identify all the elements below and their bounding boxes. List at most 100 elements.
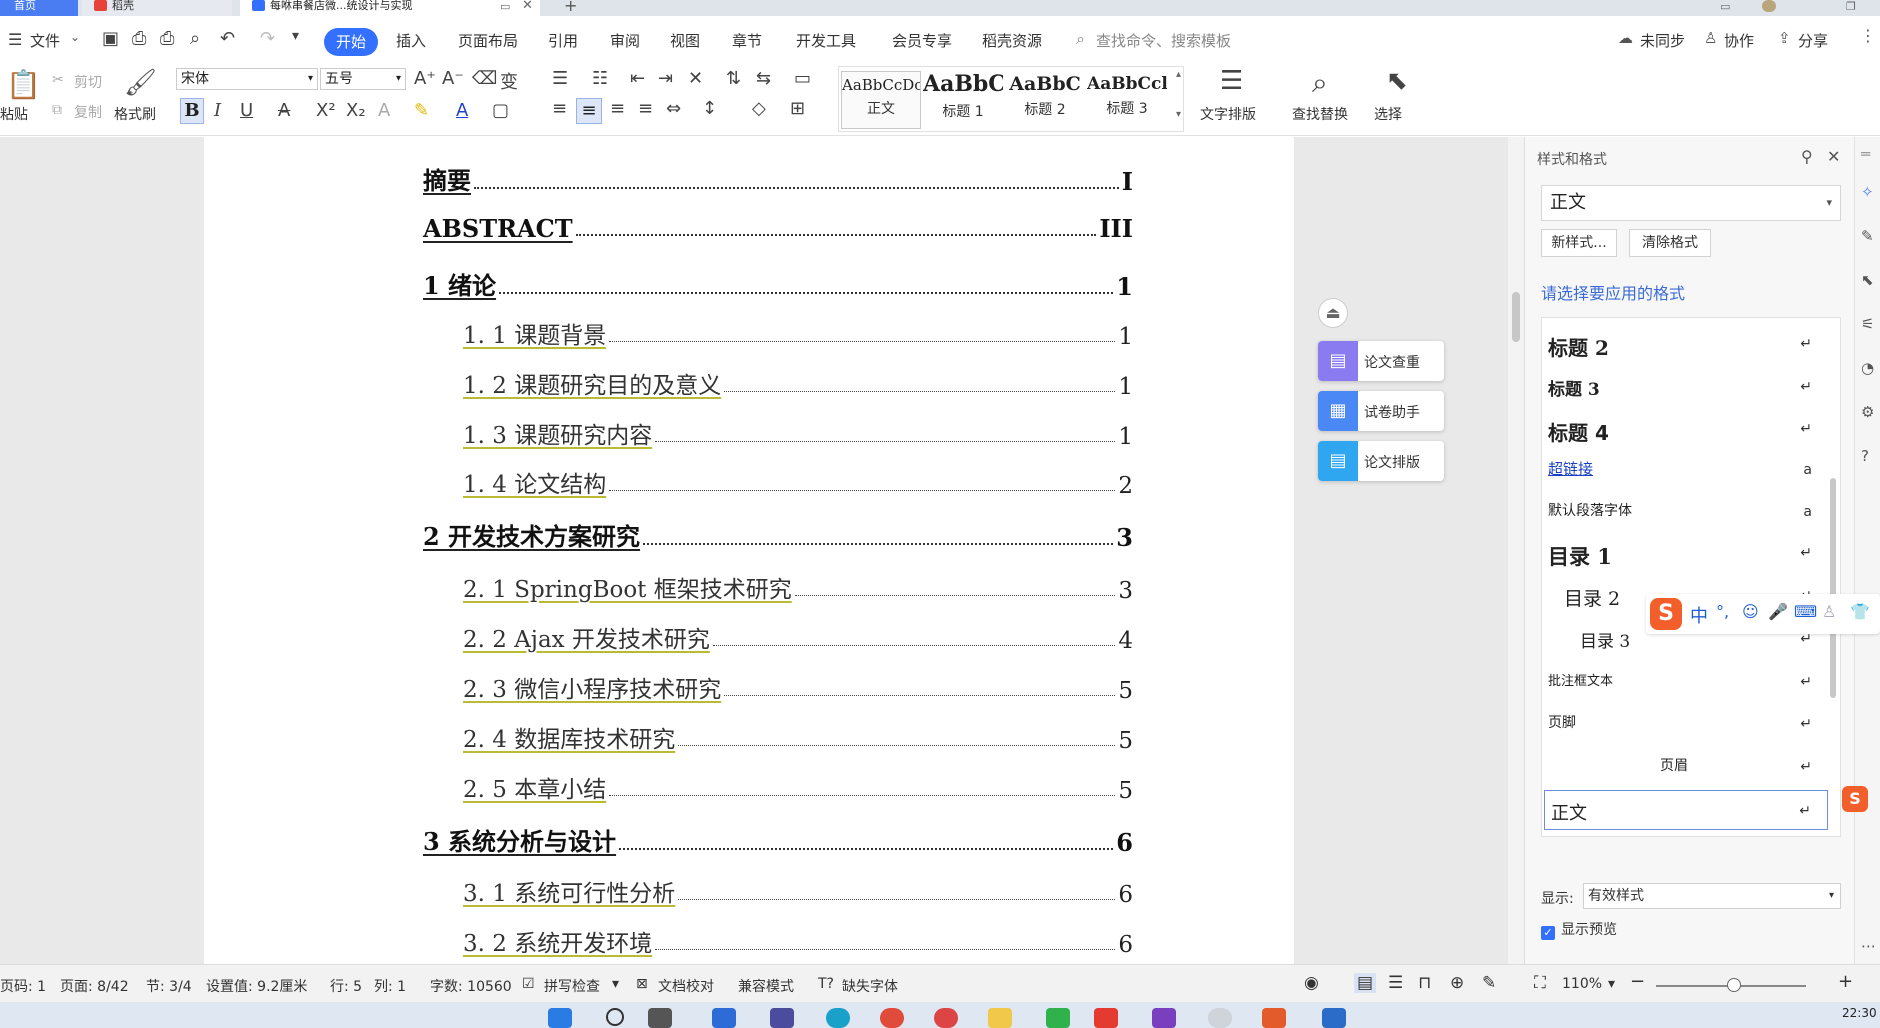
- task-view-icon[interactable]: [648, 1008, 672, 1028]
- clock[interactable]: 22:30: [1842, 1006, 1877, 1020]
- zoom-in-icon[interactable]: +: [1838, 971, 1853, 992]
- paste-button[interactable]: 粘贴: [0, 104, 28, 124]
- italic-button[interactable]: I: [214, 100, 221, 121]
- toc-entry-title[interactable]: 2. 2 Ajax 开发技术研究: [463, 620, 710, 654]
- sort-icon[interactable]: ⇆: [756, 68, 771, 89]
- superscript-button[interactable]: X²: [316, 100, 336, 121]
- thesis-layout-button[interactable]: ▤ 论文排版: [1318, 441, 1444, 481]
- style-list-item[interactable]: 默认段落字体 a: [1542, 492, 1828, 532]
- help-icon[interactable]: ?: [1861, 447, 1869, 465]
- pin-icon[interactable]: ⚲: [1801, 147, 1813, 166]
- menu-chapter[interactable]: 章节: [732, 30, 762, 51]
- select-button[interactable]: 选择: [1374, 104, 1402, 124]
- toc-entry[interactable]: 3. 2 系统开发环境 6: [423, 924, 1133, 958]
- menu-file[interactable]: 文件: [30, 30, 60, 51]
- toc-entry[interactable]: 摘要 I: [423, 161, 1133, 196]
- menu-lines-icon[interactable]: ═: [1861, 145, 1870, 163]
- phonetic-guide-icon[interactable]: 变: [500, 68, 518, 94]
- show-marks-icon[interactable]: ▭: [794, 68, 811, 89]
- style-list-item[interactable]: 页眉 ↵: [1542, 747, 1828, 787]
- ide-icon[interactable]: [1152, 1008, 1176, 1028]
- toc-entry[interactable]: 1. 4 论文结构 2: [423, 465, 1133, 499]
- read-view-icon[interactable]: ⊓: [1418, 973, 1431, 993]
- zoom-value[interactable]: 110%: [1562, 976, 1602, 992]
- menu-insert[interactable]: 插入: [396, 30, 426, 51]
- keyboard-icon[interactable]: ⌨: [1794, 602, 1817, 621]
- export-pdf-icon[interactable]: ⎙: [132, 28, 146, 49]
- style-list-item[interactable]: 标题 2 ↵: [1542, 324, 1828, 364]
- ime-mode[interactable]: 中: [1690, 602, 1708, 628]
- line-spacing-icon[interactable]: ↕: [702, 98, 717, 119]
- borders-icon[interactable]: ⊞: [790, 98, 805, 119]
- toc-entry-title[interactable]: 1. 3 课题研究内容: [463, 416, 652, 450]
- menu-references[interactable]: 引用: [548, 30, 578, 51]
- toc-entry[interactable]: 1 绪论 1: [423, 266, 1133, 301]
- status-word-count[interactable]: 字数: 10560: [430, 976, 512, 996]
- menu-page-layout[interactable]: 页面布局: [458, 30, 518, 51]
- exam-helper-button[interactable]: ▦ 试卷助手: [1318, 391, 1444, 431]
- document-scrollbar[interactable]: [1508, 137, 1524, 964]
- toc-entry-title[interactable]: 1 绪论: [423, 266, 496, 301]
- wechat-icon[interactable]: [1046, 1008, 1070, 1028]
- punctuation-icon[interactable]: °,: [1716, 602, 1729, 621]
- toc-entry[interactable]: 2 开发技术方案研究 3: [423, 517, 1133, 552]
- gallery-scroll-icon[interactable]: ▴: [1176, 69, 1181, 80]
- edit-icon[interactable]: ✎: [1861, 227, 1874, 245]
- toc-entry[interactable]: 2. 5 本章小结 5: [423, 770, 1133, 804]
- font-name-select[interactable]: 宋体 ▾: [176, 68, 318, 90]
- magic-icon[interactable]: ✧: [1861, 183, 1874, 201]
- proofread-button[interactable]: 文档校对: [658, 976, 714, 996]
- toc-entry-title[interactable]: 2. 5 本章小结: [463, 770, 606, 804]
- find-replace-button[interactable]: 查找替换: [1292, 104, 1348, 124]
- panel-title[interactable]: 样式和格式: [1537, 149, 1607, 169]
- copy-button[interactable]: 复制: [74, 102, 102, 122]
- menu-review[interactable]: 审阅: [610, 30, 640, 51]
- align-left-icon[interactable]: ≡: [552, 98, 567, 119]
- shrink-font-icon[interactable]: A⁻: [442, 68, 464, 89]
- decrease-indent-icon[interactable]: ⇤: [630, 68, 645, 89]
- start-icon[interactable]: [548, 1008, 572, 1028]
- app-icon[interactable]: [770, 1008, 794, 1028]
- close-tab-icon[interactable]: ✕: [522, 0, 533, 13]
- toc-entry[interactable]: 1. 3 课题研究内容 1: [423, 416, 1133, 450]
- search-icon[interactable]: [606, 1008, 624, 1026]
- style-heading-2[interactable]: AaBbC 标题 2: [1005, 71, 1085, 129]
- shapes-icon[interactable]: ◔: [1861, 359, 1874, 377]
- cut-button[interactable]: 剪切: [74, 72, 102, 92]
- quick-access-more-icon[interactable]: ▾: [292, 28, 299, 44]
- toc-entry-title[interactable]: 2 开发技术方案研究: [423, 517, 640, 552]
- increase-indent-icon[interactable]: ⇥: [658, 68, 673, 89]
- distribute-icon[interactable]: ⇔: [666, 98, 681, 119]
- toc-entry[interactable]: 3. 1 系统可行性分析 6: [423, 874, 1133, 908]
- text-effect-button[interactable]: A: [378, 100, 390, 121]
- toc-entry-title[interactable]: 3. 2 系统开发环境: [463, 924, 652, 958]
- collab-button[interactable]: 协作: [1724, 30, 1754, 51]
- align-center-icon[interactable]: ≡: [576, 98, 602, 124]
- document-page[interactable]: 摘要 I ABSTRACT III 1 绪论 1 1. 1 课题背景 1 1. 2 课题研究目的…: [204, 137, 1294, 964]
- shading-icon[interactable]: ◇: [752, 98, 766, 119]
- missing-font-button[interactable]: 缺失字体: [842, 976, 898, 996]
- share-button[interactable]: 分享: [1798, 30, 1828, 51]
- text-direction-icon[interactable]: ⇅: [726, 68, 741, 89]
- fit-page-icon[interactable]: ⛶: [1534, 973, 1546, 993]
- align-right-icon[interactable]: ≡: [610, 98, 625, 119]
- pin-icon[interactable]: ▭: [500, 0, 510, 13]
- show-filter-select[interactable]: 有效样式 ▾: [1583, 883, 1841, 909]
- new-tab-icon[interactable]: +: [564, 0, 577, 15]
- folder-icon[interactable]: [988, 1008, 1012, 1028]
- menu-start[interactable]: 开始: [324, 28, 378, 56]
- toc-entry[interactable]: 2. 4 数据库技术研究 5: [423, 720, 1133, 754]
- chrome-icon[interactable]: [880, 1008, 904, 1028]
- page-view-icon[interactable]: ▤: [1354, 973, 1377, 993]
- sync-button[interactable]: 未同步: [1640, 30, 1685, 51]
- clear-format-icon[interactable]: ⌫: [472, 68, 497, 89]
- status-page[interactable]: 页面: 8/42: [60, 976, 129, 996]
- style-heading-1[interactable]: AaBbC 标题 1: [923, 71, 1003, 129]
- status-section[interactable]: 节: 3/4: [146, 976, 192, 996]
- toc-entry[interactable]: 1. 2 课题研究目的及意义 1: [423, 366, 1133, 400]
- write-view-icon[interactable]: ✎: [1482, 973, 1496, 993]
- new-style-button[interactable]: 新样式...: [1541, 229, 1617, 257]
- style-list-item[interactable]: 正文 ↵: [1544, 790, 1828, 830]
- zoom-slider-handle[interactable]: [1727, 978, 1741, 992]
- toc-entry-title[interactable]: 3. 1 系统可行性分析: [463, 874, 675, 908]
